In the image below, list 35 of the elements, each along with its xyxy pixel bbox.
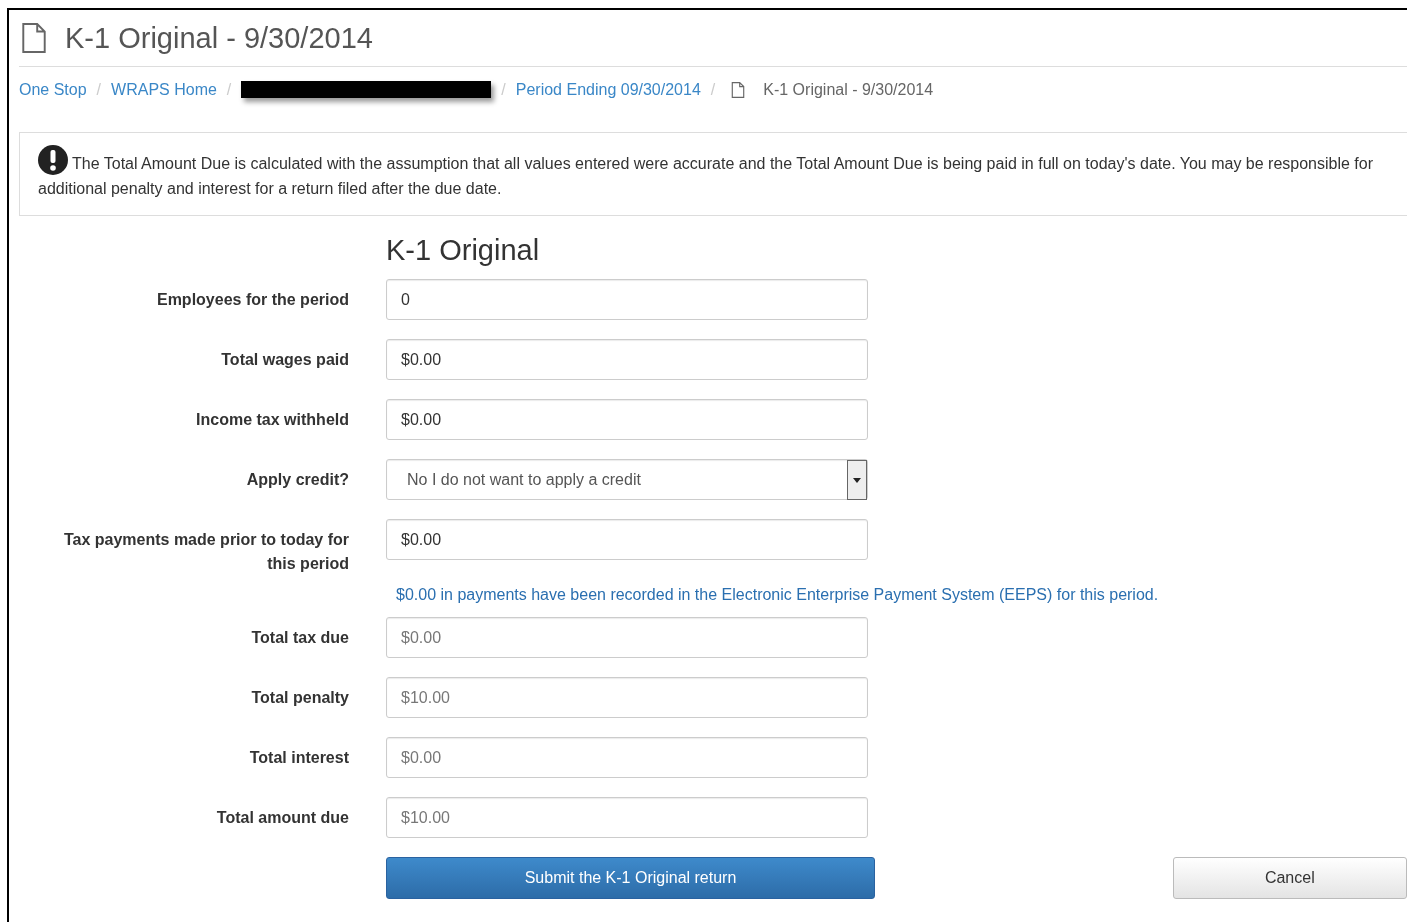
submit-button[interactable]: Submit the K-1 Original return (386, 857, 876, 899)
input-field[interactable]: $10.00 (386, 677, 868, 718)
field-label: Income tax withheld (195, 410, 349, 430)
breadcrumb-separator: / (501, 80, 506, 99)
breadcrumb-separator: / (96, 80, 102, 99)
field-label: Tax payments made prior to today for this period (62, 530, 349, 574)
document-icon (731, 81, 746, 98)
input-field[interactable]: 0 (386, 279, 868, 320)
breadcrumb-separator: / (226, 80, 232, 99)
field-label: Total interest (248, 748, 349, 768)
exclamation-icon (38, 145, 68, 175)
field-label: Apply credit? (245, 470, 349, 490)
input-field[interactable]: $0.00 (386, 339, 868, 380)
page-title: K-1 Original - 9/30/2014 (65, 21, 373, 55)
dropdown[interactable]: No I do not want to apply a credit (386, 459, 868, 500)
field-label: Total wages paid (220, 350, 349, 370)
breadcrumb-link[interactable]: WRAPS Home (111, 80, 217, 99)
input-field[interactable]: $0.00 (386, 617, 868, 658)
input-field[interactable]: $0.00 (386, 519, 868, 560)
breadcrumb-current: K-1 Original - 9/30/2014 (763, 80, 934, 99)
breadcrumb-link[interactable]: One Stop (19, 80, 87, 99)
field-label: Total amount due (215, 808, 349, 828)
input-field[interactable]: $0.00 (386, 399, 868, 440)
breadcrumb-link[interactable]: Period Ending 09/30/2014 (515, 80, 701, 99)
field-label: Total penalty (250, 688, 349, 708)
document-icon (21, 23, 47, 53)
payments-note: $0.00 in payments have been recorded in the Electronic Enterprise Payment System (EEPS) for this period. (395, 585, 1159, 605)
input-field[interactable]: $0.00 (386, 737, 868, 778)
field-label: Employees for the period (155, 290, 349, 310)
input-field[interactable]: $10.00 (386, 797, 868, 838)
field-label: Total tax due (250, 628, 349, 648)
breadcrumb-separator: / (710, 80, 716, 99)
form-title: K-1 Original (386, 236, 540, 265)
cancel-button[interactable]: Cancel (1172, 857, 1407, 899)
alert-text: The Total Amount Due is calculated with the assumption that all values entered were accurate and the Total Amount Due is being paid in full on today's date. You may be responsible for additional penalty and interest for a return filed after the due date. (38, 145, 1389, 201)
